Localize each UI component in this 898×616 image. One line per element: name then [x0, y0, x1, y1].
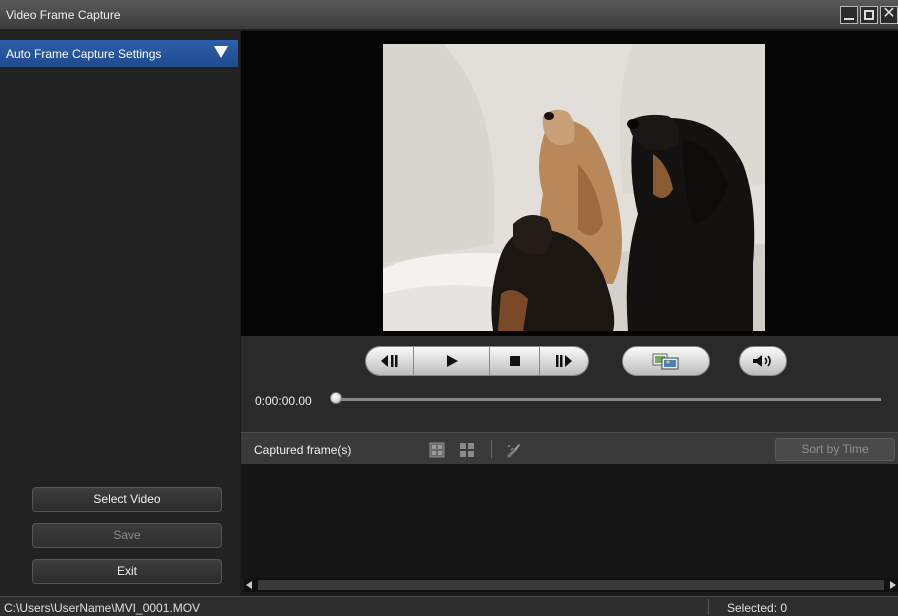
next-frame-button[interactable]: [540, 347, 588, 375]
close-button[interactable]: ✕: [880, 6, 898, 24]
next-frame-icon: [556, 355, 572, 367]
sort-by-time-button[interactable]: Sort by Time: [775, 438, 895, 461]
stop-button[interactable]: [490, 347, 540, 375]
play-button[interactable]: [414, 347, 490, 375]
playback-controls: 0:00:00.00: [241, 336, 898, 432]
status-bar: C:\Users\UserName\MVI_0001.MOV Selected:…: [0, 596, 898, 616]
grid-view-icon[interactable]: [459, 442, 475, 458]
minimize-button[interactable]: [840, 6, 858, 24]
file-path: C:\Users\UserName\MVI_0001.MOV: [4, 601, 201, 615]
select-video-button[interactable]: Select Video: [32, 487, 222, 512]
exit-button[interactable]: Exit: [32, 559, 222, 584]
previous-frame-icon: [380, 355, 397, 367]
maximize-button[interactable]: [860, 6, 878, 24]
scroll-right-arrow-icon[interactable]: [890, 581, 896, 589]
video-frame-image: [383, 44, 765, 331]
captured-frames-label: Captured frame(s): [254, 443, 352, 457]
scroll-track[interactable]: [258, 580, 884, 590]
maximize-icon: [864, 10, 874, 20]
title-bar: Video Frame Capture ✕: [0, 0, 898, 30]
toolbar-divider: [491, 440, 492, 458]
selected-count: Selected: 0: [727, 601, 788, 615]
volume-button[interactable]: [739, 346, 787, 376]
select-all-icon[interactable]: [429, 442, 445, 458]
captured-frames-toolbar: Captured frame(s) Sort by Time: [241, 432, 898, 464]
triangle-down-icon: [214, 46, 228, 58]
scroll-left-arrow-icon[interactable]: [246, 581, 252, 589]
auto-capture-settings-toggle[interactable]: Auto Frame Capture Settings: [0, 40, 238, 67]
horizontal-scrollbar[interactable]: [244, 578, 898, 592]
capture-frame-button[interactable]: [622, 346, 710, 376]
settings-header-label: Auto Frame Capture Settings: [6, 46, 162, 61]
speaker-icon: [753, 355, 771, 367]
play-icon: [446, 355, 458, 367]
transport-buttons: [365, 346, 589, 376]
close-icon: ✕: [882, 5, 896, 22]
sidebar: Auto Frame Capture Settings Select Video…: [0, 31, 240, 596]
video-frame[interactable]: [383, 44, 765, 331]
timecode-display: 0:00:00.00: [255, 394, 312, 408]
window-controls: ✕: [840, 6, 898, 24]
captured-frames-list[interactable]: [241, 464, 898, 578]
seek-handle[interactable]: [330, 392, 342, 404]
save-button[interactable]: Save: [32, 523, 222, 548]
correction-brush-icon[interactable]: [505, 442, 521, 458]
seek-bar[interactable]: [337, 398, 881, 401]
previous-frame-button[interactable]: [366, 347, 414, 375]
stop-icon: [509, 356, 520, 366]
status-divider: [708, 599, 709, 615]
capture-frame-icon: [652, 353, 679, 370]
video-preview-area: [241, 31, 898, 336]
minimize-icon: [844, 18, 854, 20]
window-title: Video Frame Capture: [6, 8, 121, 22]
